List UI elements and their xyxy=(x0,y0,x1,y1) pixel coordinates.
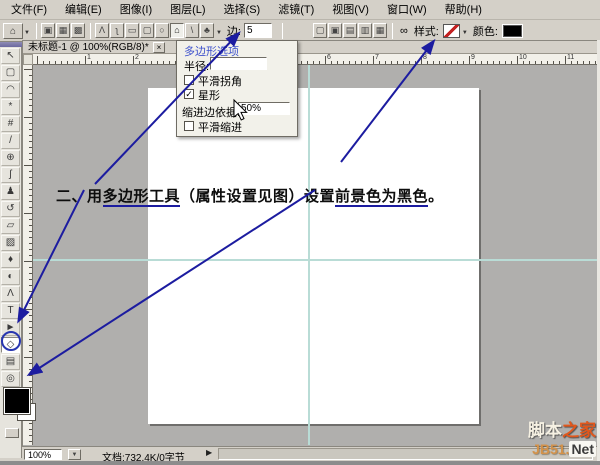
tool-preset-caret-icon[interactable]: ▼ xyxy=(24,30,30,36)
combine-buttons: ▢▣▤▥▦ xyxy=(313,23,388,38)
document-title-bar[interactable]: 未标题-1 @ 100%(RGB/8)* × xyxy=(23,41,597,54)
status-menu-chip[interactable]: ▼ xyxy=(68,449,81,460)
shape-color-swatch[interactable] xyxy=(503,25,522,37)
menu-select[interactable]: 选择(S) xyxy=(215,0,270,20)
photoshop-window: 文件(F)编辑(E)图像(I)图层(L)选择(S)滤镜(T)视图(V)窗口(W)… xyxy=(0,0,600,465)
status-bar: 100% ▼ 文档:732.4K/0字节 ▶ xyxy=(22,446,597,461)
separator xyxy=(36,23,37,39)
tool-options-bar: ⌂ ▼ ▣▦▩ Λʅ ▭▢○⌂\♣ ▼ 边: ▢▣▤▥▦ ∞ 样式: ▼ 颜色: xyxy=(0,20,600,42)
ruler-corner xyxy=(23,54,33,65)
document-title: 未标题-1 @ 100%(RGB/8)* xyxy=(28,42,149,53)
shape-layers-button[interactable]: ▣ xyxy=(41,23,55,38)
separator xyxy=(282,23,283,39)
menu-help[interactable]: 帮助(H) xyxy=(436,0,491,20)
window-bottom-edge xyxy=(0,461,600,465)
path-selection-tool[interactable]: ► xyxy=(1,320,20,336)
crop-tool[interactable]: # xyxy=(1,116,20,132)
geometry-options-caret-icon[interactable]: ▼ xyxy=(216,30,222,36)
zoom-level-input[interactable]: 100% xyxy=(24,449,62,460)
move-tool[interactable]: ↖ xyxy=(1,48,20,64)
magic-wand-tool[interactable]: * xyxy=(1,99,20,115)
indent-sides-label: 缩进边依据: xyxy=(182,104,240,120)
polygon-options-panel: 多边形选项 半径: 平滑拐角 ✓ 星形 缩进边依据: 平滑缩进 xyxy=(176,40,298,137)
fill-pixels-button[interactable]: ▩ xyxy=(71,23,85,38)
custom-shape-button[interactable]: ♣ xyxy=(200,23,214,38)
pasteboard[interactable]: 二、用多边形工具（属性设置见图）设置前景色为黑色。 xyxy=(33,65,597,445)
menu-filter[interactable]: 滤镜(T) xyxy=(269,0,323,20)
combine-exclude-button[interactable]: ▥ xyxy=(358,23,372,38)
radius-label: 半径: xyxy=(184,58,209,74)
history-brush-tool[interactable]: ↺ xyxy=(1,201,20,217)
site-watermark: 脚本之家 JB51.Net xyxy=(528,422,596,458)
healing-brush-tool[interactable]: ⊕ xyxy=(1,150,20,166)
polygon-tool-preview-icon[interactable]: ⌂ xyxy=(3,23,23,39)
shape-tool[interactable]: ◇ xyxy=(1,337,20,353)
freeform-pen-button[interactable]: ʅ xyxy=(110,23,124,38)
foreground-color-swatch[interactable] xyxy=(4,388,30,414)
radius-input[interactable] xyxy=(210,57,267,70)
star-checkbox[interactable]: ✓ xyxy=(184,89,194,99)
combine-intersect-button[interactable]: ▤ xyxy=(343,23,357,38)
ellipse-shape-button[interactable]: ○ xyxy=(155,23,169,38)
sides-label: 边: xyxy=(227,23,241,39)
link-icon[interactable]: ∞ xyxy=(400,25,408,37)
pen-tool-button[interactable]: Λ xyxy=(95,23,109,38)
caption-polygon-tool-phrase: 多边形工具 xyxy=(103,188,181,207)
gradient-tool[interactable]: ▨ xyxy=(1,235,20,251)
screen-mode-button[interactable] xyxy=(5,428,19,438)
rounded-rectangle-shape-button[interactable]: ▢ xyxy=(140,23,154,38)
combine-subtract-button[interactable]: ▣ xyxy=(328,23,342,38)
style-caret-icon[interactable]: ▼ xyxy=(462,30,468,36)
separator xyxy=(90,23,91,39)
line-shape-button[interactable]: \ xyxy=(185,23,199,38)
caption-foreground-black-phrase: 前景色为黑色 xyxy=(335,188,428,207)
document-window: 未标题-1 @ 100%(RGB/8)* × 1234567891011 二、用… xyxy=(22,40,597,461)
smooth-corners-checkbox[interactable] xyxy=(184,75,194,85)
clone-stamp-tool[interactable]: ♟ xyxy=(1,184,20,200)
status-flyout-arrow-icon[interactable]: ▶ xyxy=(206,448,212,457)
combine-add-button[interactable]: ▢ xyxy=(313,23,327,38)
menu-window[interactable]: 窗口(W) xyxy=(378,0,436,20)
horizontal-ruler: 1234567891011 xyxy=(33,54,597,65)
smooth-indents-label: 平滑缩进 xyxy=(198,119,242,135)
eraser-tool[interactable]: ▱ xyxy=(1,218,20,234)
rectangle-shape-button[interactable]: ▭ xyxy=(125,23,139,38)
separator xyxy=(392,23,393,39)
menu-bar: 文件(F)编辑(E)图像(I)图层(L)选择(S)滤镜(T)视图(V)窗口(W)… xyxy=(0,0,600,20)
menu-edit[interactable]: 编辑(E) xyxy=(56,0,111,20)
horizontal-guide xyxy=(33,259,597,261)
menu-layer[interactable]: 图层(L) xyxy=(161,0,214,20)
canvas[interactable] xyxy=(148,88,479,424)
sides-input[interactable] xyxy=(244,23,272,38)
paths-button[interactable]: ▦ xyxy=(56,23,70,38)
star-label: 星形 xyxy=(198,87,220,103)
smooth-indents-checkbox[interactable] xyxy=(184,121,194,131)
drawing-mode-buttons: ▣▦▩ xyxy=(41,23,86,38)
style-none-swatch[interactable] xyxy=(443,24,460,38)
shape-tool-buttons: ▭▢○⌂\♣ xyxy=(125,23,215,38)
polygon-shape-button[interactable]: ⌂ xyxy=(170,23,184,38)
vertical-guide xyxy=(308,65,310,445)
style-label: 样式: xyxy=(414,23,439,39)
dodge-tool[interactable]: ◐ xyxy=(1,269,20,285)
menu-file[interactable]: 文件(F) xyxy=(2,0,56,20)
brush-tool[interactable]: ʃ xyxy=(1,167,20,183)
indent-sides-input[interactable] xyxy=(238,102,290,115)
menu-view[interactable]: 视图(V) xyxy=(323,0,378,20)
close-icon[interactable]: × xyxy=(153,42,165,53)
zoom-tool[interactable]: ◎ xyxy=(1,371,20,387)
marquee-tool[interactable]: ▢ xyxy=(1,65,20,81)
blur-tool[interactable]: ♦ xyxy=(1,252,20,268)
notes-tool[interactable]: ▤ xyxy=(1,354,20,370)
menu-image[interactable]: 图像(I) xyxy=(111,0,161,20)
type-tool[interactable]: T xyxy=(1,303,20,319)
lasso-tool[interactable]: ◠ xyxy=(1,82,20,98)
color-label: 颜色: xyxy=(473,23,498,39)
toolbox-grip[interactable] xyxy=(0,42,22,47)
slice-tool[interactable]: / xyxy=(1,133,20,149)
combine-overlap-button[interactable]: ▦ xyxy=(373,23,387,38)
tutorial-caption: 二、用多边形工具（属性设置见图）设置前景色为黑色。 xyxy=(56,185,444,206)
pen-buttons: Λʅ xyxy=(95,23,125,38)
pen-tool[interactable]: Λ xyxy=(1,286,20,302)
